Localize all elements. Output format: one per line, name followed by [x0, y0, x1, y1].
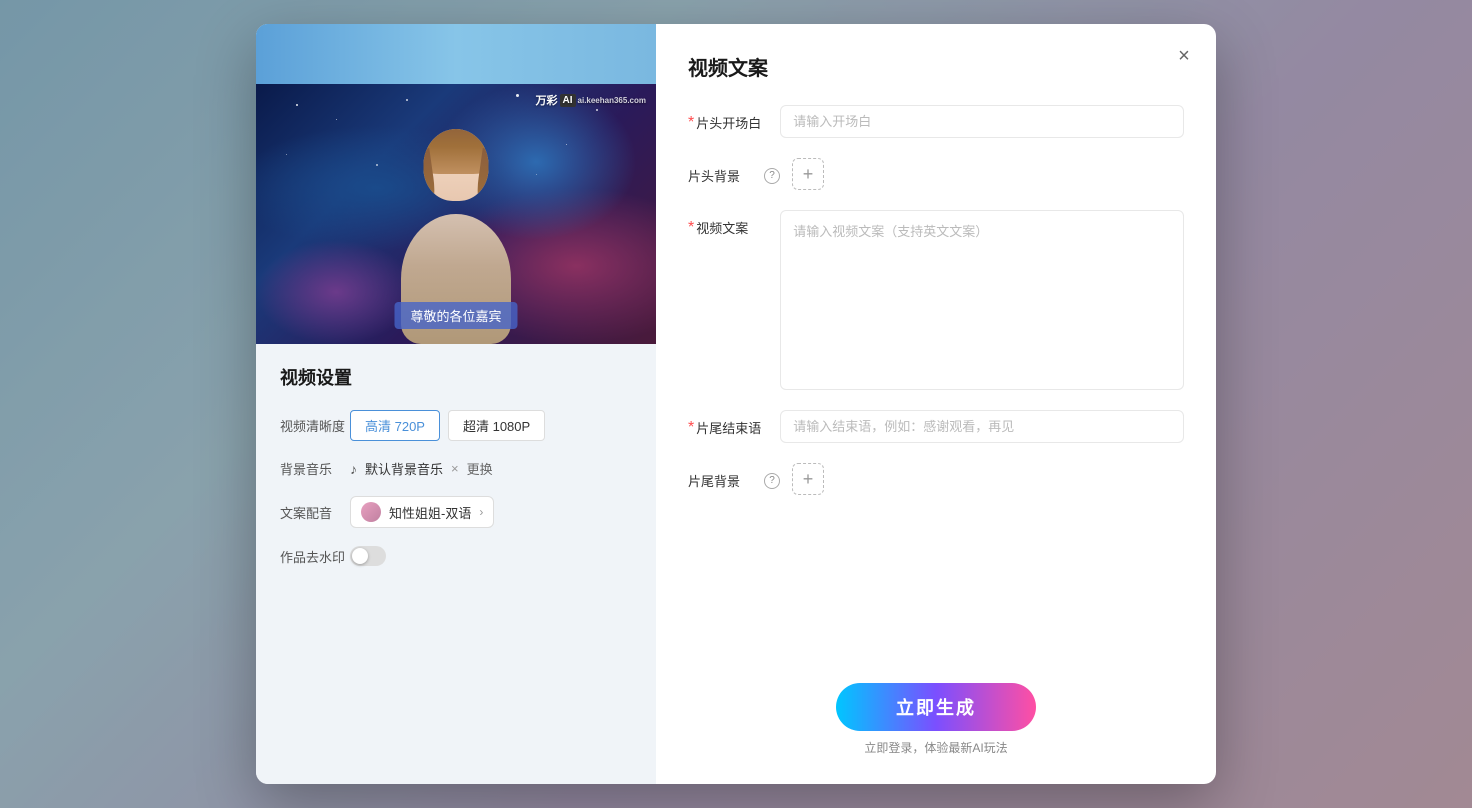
voice-content: 知性姐姐-双语 ›	[350, 496, 632, 528]
header-bg-label: 片头背景	[688, 166, 760, 185]
star	[516, 94, 519, 97]
voice-avatar	[361, 502, 381, 522]
header-bg-group: 片头背景 ? +	[688, 158, 1184, 190]
footer-bg-label-row: 片尾背景 ?	[688, 463, 780, 490]
settings-section: 视频设置 视频清晰度 高清 720P 超清 1080P 背景音乐 ♪ 默认背景音…	[256, 344, 656, 604]
ending-required-star: *	[688, 419, 694, 437]
ending-group: * 片尾结束语	[688, 410, 1184, 443]
star	[336, 119, 337, 120]
left-panel: 万彩 AI ai.keehan365.com	[256, 24, 656, 784]
star	[296, 104, 298, 106]
music-remove-button[interactable]: ×	[451, 461, 459, 476]
opening-label: 片头开场白	[696, 113, 768, 132]
avatar-head	[424, 129, 489, 201]
header-bg-label-row: 片头背景 ?	[688, 158, 780, 185]
voice-arrow-icon: ›	[479, 505, 483, 519]
watermark-ai-badge: AI	[560, 94, 576, 107]
watermark-toggle[interactable]	[350, 546, 386, 566]
voice-label: 文案配音	[280, 503, 350, 522]
generate-section: 立即生成 立即登录，体验最新AI玩法	[688, 671, 1184, 756]
opening-required-star: *	[688, 114, 694, 132]
star	[596, 109, 598, 111]
ending-input[interactable]	[780, 410, 1184, 443]
video-copy-required-star: *	[688, 219, 694, 237]
header-bg-help-icon[interactable]: ?	[764, 168, 780, 184]
subtitle-bar: 尊敬的各位嘉宾	[394, 302, 517, 329]
video-preview: 万彩 AI ai.keehan365.com	[256, 24, 656, 344]
ending-label-row: * 片尾结束语	[688, 410, 768, 437]
header-bg-add-button[interactable]: +	[792, 158, 824, 190]
opening-label-row: * 片头开场白	[688, 105, 768, 132]
ending-label: 片尾结束语	[696, 418, 768, 437]
right-panel: 视频文案 * 片头开场白 片头背景 ? + *	[656, 24, 1216, 784]
quality-content: 高清 720P 超清 1080P	[350, 410, 632, 441]
voice-row: 文案配音 知性姐姐-双语 ›	[280, 496, 632, 528]
opening-group: * 片头开场白	[688, 105, 1184, 138]
voice-selector[interactable]: 知性姐姐-双语 ›	[350, 496, 494, 528]
voice-name: 知性姐姐-双语	[389, 503, 471, 522]
video-copy-group: * 视频文案	[688, 210, 1184, 390]
video-copy-label: 视频文案	[696, 218, 768, 237]
modal: ×	[256, 24, 1216, 784]
star	[536, 174, 537, 175]
watermark-row: 作品去水印	[280, 546, 632, 566]
star	[406, 99, 408, 101]
music-label: 背景音乐	[280, 459, 350, 478]
quality-label: 视频清晰度	[280, 416, 350, 435]
watermark-site: ai.keehan365.com	[578, 96, 646, 105]
avatar-hair	[424, 129, 489, 174]
close-button[interactable]: ×	[1168, 40, 1200, 72]
video-copy-textarea[interactable]	[780, 210, 1184, 390]
generate-button[interactable]: 立即生成	[836, 683, 1036, 731]
settings-title: 视频设置	[280, 364, 632, 390]
watermark-brand: 万彩	[536, 92, 558, 108]
generate-note: 立即登录，体验最新AI玩法	[864, 739, 1007, 756]
overlay: ×	[0, 0, 1472, 808]
watermark-label: 作品去水印	[280, 547, 350, 566]
star	[566, 144, 567, 145]
quality-720p-button[interactable]: 高清 720P	[350, 410, 440, 441]
quality-1080p-button[interactable]: 超清 1080P	[448, 410, 545, 441]
footer-bg-group: 片尾背景 ? +	[688, 463, 1184, 495]
footer-bg-help-icon[interactable]: ?	[764, 473, 780, 489]
music-change-button[interactable]: 更换	[467, 459, 493, 478]
opening-input[interactable]	[780, 105, 1184, 138]
right-panel-title: 视频文案	[688, 52, 1184, 81]
watermark: 万彩 AI ai.keehan365.com	[536, 92, 646, 108]
video-preview-top	[256, 24, 656, 84]
video-main: 万彩 AI ai.keehan365.com	[256, 84, 656, 344]
music-content: ♪ 默认背景音乐 × 更换	[350, 459, 632, 478]
watermark-toggle-content	[350, 546, 632, 566]
music-name: 默认背景音乐	[365, 459, 443, 478]
music-row: 背景音乐 ♪ 默认背景音乐 × 更换	[280, 459, 632, 478]
quality-row: 视频清晰度 高清 720P 超清 1080P	[280, 410, 632, 441]
video-copy-label-row: * 视频文案	[688, 210, 768, 237]
footer-bg-add-button[interactable]: +	[792, 463, 824, 495]
music-icon: ♪	[350, 461, 357, 477]
footer-bg-label: 片尾背景	[688, 471, 760, 490]
star	[286, 154, 287, 155]
